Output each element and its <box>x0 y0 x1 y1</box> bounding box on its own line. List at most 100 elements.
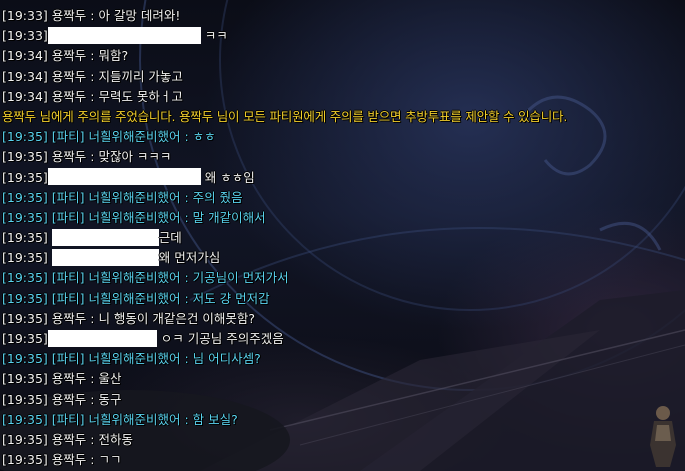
system-notice-line: 용짝두 님에게 주의를 주었습니다. 용짝두 님이 모든 파티원에게 주의를 받… <box>2 107 683 127</box>
game-screen: [19:33] 용짝두 : 아 갈망 데려와! [19:33] ㅋㅋ [19:3… <box>0 0 685 471</box>
message-text: 기공님이 먼저가서 <box>192 270 289 286</box>
timestamp: [19:33] <box>2 8 48 23</box>
message-text: ㄱㄱ <box>98 452 122 468</box>
chat-line: [19:35] 용짝두 : 전하동 <box>2 430 683 450</box>
separator: : <box>86 391 99 407</box>
redacted-sender <box>47 329 157 347</box>
separator: : <box>180 290 193 306</box>
sender-name[interactable]: 용짝두 <box>52 48 87 63</box>
separator: : <box>86 310 99 326</box>
separator: : <box>180 411 193 427</box>
sender-name[interactable]: 용짝두 <box>52 392 87 407</box>
message-text: 전하동 <box>98 431 133 447</box>
separator: : <box>180 129 193 145</box>
party-sender-name[interactable]: [파티] 너흴위해준비했어 <box>52 129 181 144</box>
message-text: 근데 <box>158 230 182 246</box>
message-text: 니 행동이 개같은건 이해못함? <box>98 310 256 326</box>
message-text: 말 개같이해서 <box>192 209 266 225</box>
timestamp: [19:34] <box>2 88 48 104</box>
timestamp: [19:35] <box>2 250 48 266</box>
party-chat-line: [19:35] [파티] 너흴위해준비했어 : ㅎㅎ <box>2 127 683 147</box>
chat-line: [19:35] 용짝두 : 니 행동이 개같은건 이해못함? <box>2 309 683 329</box>
chat-line: [19:34] 용짝두 : 무력도 못하ㅓ고 <box>2 87 683 107</box>
separator: : <box>180 189 193 205</box>
sender-name[interactable]: 용짝두 <box>52 311 87 326</box>
message-text: 주의 줬음 <box>192 189 243 205</box>
party-sender-name[interactable]: [파티] 너흴위해준비했어 <box>52 210 181 225</box>
timestamp: [19:35] <box>2 431 48 447</box>
message-text: 님 어디사셈? <box>192 351 261 367</box>
sender-name[interactable]: 용짝두 <box>52 149 87 164</box>
timestamp: [19:35] <box>2 270 48 286</box>
party-sender-name[interactable]: [파티] 너흴위해준비했어 <box>52 351 181 366</box>
timestamp: [19:35] <box>2 149 48 165</box>
party-chat-line: [19:35] [파티] 너흴위해준비했어 : 저도 걍 먼저감 <box>2 289 683 309</box>
timestamp: [19:33] <box>2 28 48 44</box>
timestamp: [19:35] <box>2 391 48 407</box>
timestamp: [19:35] <box>2 209 48 225</box>
sender-name[interactable]: 용짝두 <box>52 432 87 447</box>
message-text: ㅎㅎ <box>192 129 216 145</box>
message-text: 함 보실? <box>192 411 238 427</box>
chat-line: [19:35] ㅇㅋ 기공님 주의주겠음 <box>2 329 683 349</box>
timestamp: [19:34] <box>2 68 48 84</box>
message-text: 맞잖아 ㅋㅋㅋ <box>98 149 172 165</box>
timestamp: [19:35] <box>2 371 48 387</box>
message-text: 울산 <box>98 371 122 387</box>
redacted-sender <box>47 168 201 185</box>
timestamp: [19:35] <box>2 189 48 205</box>
timestamp: [19:35] <box>2 129 48 145</box>
separator: : <box>86 371 99 387</box>
chat-line: [19:35] 왜 먼저가심 <box>2 248 683 268</box>
chat-line: [19:35] 용짝두 : ㄱㄱ <box>2 450 683 470</box>
chat-line: [19:35] 근데 <box>2 228 683 248</box>
separator: : <box>86 149 99 165</box>
chat-line: [19:33] 용짝두 : 아 갈망 데려와! <box>2 6 683 26</box>
message-text: 뭐함? <box>98 48 129 64</box>
timestamp: [19:34] <box>2 48 48 64</box>
message-text: 동구 <box>98 391 122 407</box>
redacted-sender <box>51 248 159 266</box>
separator: : <box>180 209 193 225</box>
timestamp: [19:35] <box>2 331 48 346</box>
message-text: 왜 ㅎㅎ임 <box>204 169 255 185</box>
sender-name[interactable]: 용짝두 <box>52 69 87 84</box>
sender-name[interactable]: 용짝두 <box>52 89 87 104</box>
redacted-sender <box>51 228 159 246</box>
redacted-sender <box>47 26 201 44</box>
party-sender-name[interactable]: [파티] 너흴위해준비했어 <box>52 190 181 205</box>
party-chat-line: [19:35] [파티] 너흴위해준비했어 : 주의 줬음 <box>2 188 683 208</box>
sender-name[interactable]: 용짝두 <box>52 452 87 467</box>
separator: : <box>86 48 99 64</box>
party-sender-name[interactable]: [파티] 너흴위해준비했어 <box>52 412 181 427</box>
separator: : <box>86 8 99 23</box>
sender-name[interactable]: 용짝두 <box>52 8 87 23</box>
party-sender-name[interactable]: [파티] 너흴위해준비했어 <box>52 270 181 285</box>
message-text: ㅋㅋ <box>204 28 228 44</box>
party-sender-name[interactable]: [파티] 너흴위해준비했어 <box>52 291 181 306</box>
separator: : <box>180 351 193 367</box>
message-text: ㅇㅋ 기공님 주의주겠음 <box>160 331 284 346</box>
separator: : <box>86 88 99 104</box>
chat-log[interactable]: [19:33] 용짝두 : 아 갈망 데려와! [19:33] ㅋㅋ [19:3… <box>2 6 683 470</box>
separator: : <box>180 270 193 286</box>
timestamp: [19:35] <box>2 230 48 246</box>
chat-line: [19:35] 왜 ㅎㅎ임 <box>2 168 683 188</box>
separator: : <box>86 452 99 468</box>
system-message-text: 용짝두 님에게 주의를 주었습니다. 용짝두 님이 모든 파티원에게 주의를 받… <box>2 108 568 124</box>
party-chat-line: [19:35] [파티] 너흴위해준비했어 : 함 보실? <box>2 410 683 430</box>
separator: : <box>86 68 99 84</box>
message-text: 아 갈망 데려와! <box>98 8 181 23</box>
message-text: 저도 걍 먼저감 <box>192 290 270 306</box>
message-text: 왜 먼저가심 <box>158 250 221 266</box>
player-character-figure <box>650 406 676 467</box>
timestamp: [19:35] <box>2 290 48 306</box>
party-chat-line: [19:35] [파티] 너흴위해준비했어 : 기공님이 먼저가서 <box>2 268 683 288</box>
chat-line: [19:33] ㅋㅋ <box>2 26 683 46</box>
chat-line: [19:34] 용짝두 : 지들끼리 가놓고 <box>2 67 683 87</box>
chat-line: [19:35] 용짝두 : 동구 <box>2 390 683 410</box>
chat-line: [19:34] 용짝두 : 뭐함? <box>2 46 683 66</box>
message-text: 무력도 못하ㅓ고 <box>98 88 183 104</box>
sender-name[interactable]: 용짝두 <box>52 371 87 386</box>
timestamp: [19:35] <box>2 452 48 468</box>
